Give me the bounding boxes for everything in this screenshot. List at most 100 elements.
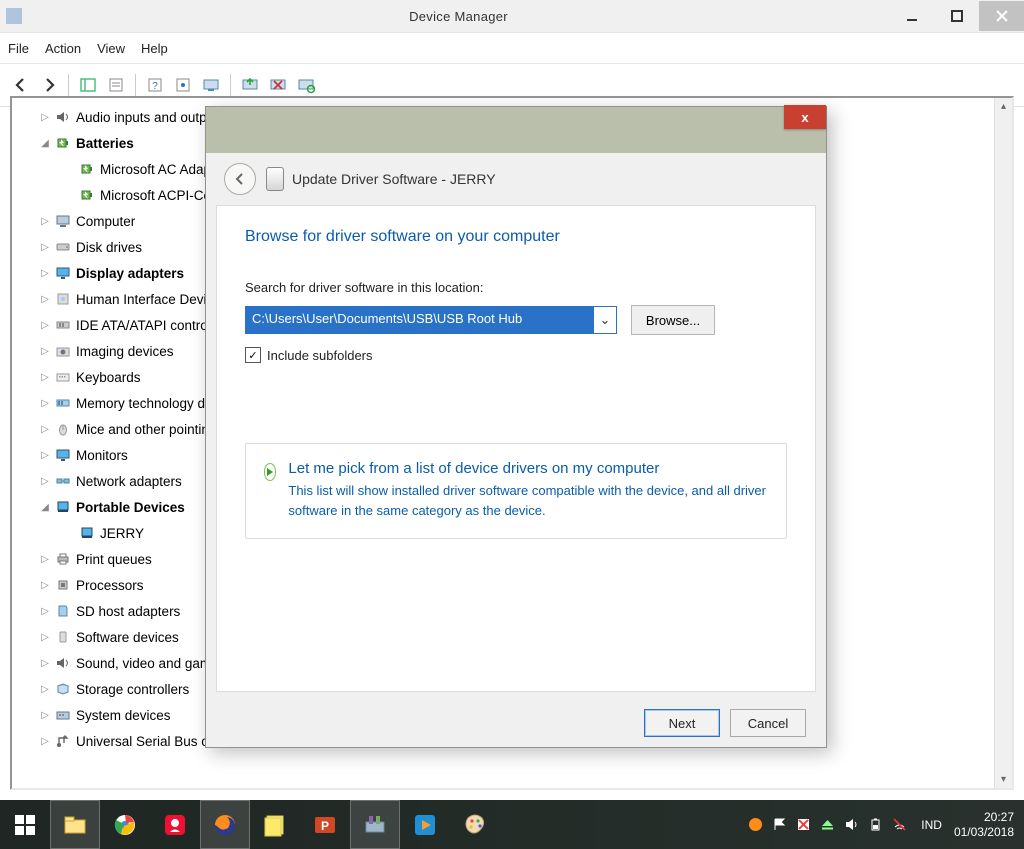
expander-icon[interactable]: ▷ [40,554,50,564]
vertical-scrollbar[interactable]: ▴ ▾ [994,98,1012,788]
tray-antivirus-icon[interactable] [747,817,763,833]
start-button[interactable] [0,800,50,849]
chevron-down-icon[interactable]: ⌄ [593,307,616,333]
software-icon [54,630,72,644]
toolbar-properties-icon[interactable] [103,72,129,98]
window-title: Device Manager [28,9,889,24]
next-button[interactable]: Next [644,709,720,737]
tray-time: 20:27 [954,810,1014,825]
tree-node-label: Monitors [76,448,128,463]
dialog-titlebar[interactable]: x [206,107,826,153]
battery-icon [54,136,72,150]
browse-button[interactable]: Browse... [631,305,715,335]
taskbar-file-explorer[interactable] [50,800,100,849]
tray-volume-icon[interactable] [843,817,859,833]
menu-action[interactable]: Action [45,41,81,56]
path-combobox[interactable]: C:\Users\User\Documents\USB\USB Root Hub… [245,306,617,334]
taskbar-media-player[interactable] [400,800,450,849]
taskbar[interactable]: P IND 20:27 01/03/2018 [0,800,1024,849]
tree-node-label: Keyboards [76,370,141,385]
menu-file[interactable]: File [8,41,29,56]
ide-icon [54,318,72,332]
menu-help[interactable]: Help [141,41,168,56]
monitor-icon [54,448,72,462]
computer-icon [54,214,72,228]
tree-node-label: Audio inputs and outputs [76,110,225,125]
scroll-up-icon[interactable]: ▴ [995,98,1012,115]
expander-icon[interactable]: ▷ [40,320,50,330]
tree-node-label: Storage controllers [76,682,189,697]
toolbar-forward-icon[interactable] [36,72,62,98]
tree-node-label: Processors [76,578,144,593]
toolbar-scan-hardware-icon[interactable] [293,72,319,98]
tray-battery-icon[interactable] [867,817,883,833]
expander-icon[interactable]: ▷ [40,216,50,226]
expander-icon[interactable]: ▷ [40,424,50,434]
toolbar-uninstall-icon[interactable] [265,72,291,98]
expander-icon[interactable]: ▷ [40,476,50,486]
tray-eject-icon[interactable] [819,817,835,833]
close-button[interactable] [979,1,1024,31]
toolbar-show-hide-tree-icon[interactable] [75,72,101,98]
expander-icon[interactable]: ▷ [40,346,50,356]
tree-node-label: Imaging devices [76,344,174,359]
expander-icon[interactable]: ▷ [40,398,50,408]
option-title: Let me pick from a list of device driver… [288,460,768,477]
dialog-close-button[interactable]: x [784,105,826,129]
expander-icon[interactable]: ▷ [40,242,50,252]
expander-icon[interactable]: ▷ [40,710,50,720]
minimize-button[interactable] [889,1,934,31]
pick-from-list-option[interactable]: Let me pick from a list of device driver… [245,443,787,539]
expander-icon[interactable]: ▷ [40,372,50,382]
tray-language[interactable]: IND [921,818,942,832]
path-input[interactable]: C:\Users\User\Documents\USB\USB Root Hub [246,307,593,333]
expander-icon[interactable]: ▷ [40,294,50,304]
dialog-heading: Browse for driver software on your compu… [245,228,787,246]
include-subfolders-label: Include subfolders [267,348,373,363]
tray-flag-icon[interactable] [771,817,787,833]
tree-node-label: Software devices [76,630,179,645]
expander-icon[interactable]: ▷ [40,632,50,642]
toolbar-action-icon[interactable] [170,72,196,98]
toolbar-update-driver-icon[interactable] [237,72,263,98]
expander-icon[interactable]: ▷ [40,268,50,278]
checkbox-icon: ✓ [245,347,261,363]
tray-network-icon[interactable] [891,817,907,833]
taskbar-chrome[interactable] [100,800,150,849]
dialog-nav: Update Driver Software - JERRY [206,153,826,205]
expander-icon[interactable]: ◢ [40,138,50,148]
system-icon [54,708,72,722]
taskbar-paint[interactable] [450,800,500,849]
expander-icon[interactable]: ▷ [40,658,50,668]
expander-icon[interactable]: ▷ [40,450,50,460]
taskbar-app-red[interactable] [150,800,200,849]
toolbar-help-icon[interactable]: ? [142,72,168,98]
cpu-icon [54,578,72,592]
cancel-button[interactable]: Cancel [730,709,806,737]
expander-icon[interactable]: ▷ [40,736,50,746]
expander-icon[interactable]: ▷ [40,112,50,122]
scroll-down-icon[interactable]: ▾ [995,771,1012,788]
taskbar-firefox[interactable] [200,800,250,849]
tray-security-icon[interactable] [795,817,811,833]
menu-view[interactable]: View [97,41,125,56]
taskbar-powerpoint[interactable]: P [300,800,350,849]
tray-clock[interactable]: 20:27 01/03/2018 [954,810,1014,840]
include-subfolders-checkbox[interactable]: ✓ Include subfolders [245,347,787,363]
titlebar[interactable]: Device Manager [0,0,1024,33]
maximize-button[interactable] [934,1,979,31]
toolbar-back-icon[interactable] [8,72,34,98]
expander-icon[interactable]: ◢ [40,502,50,512]
toolbar-scan-icon[interactable] [198,72,224,98]
tree-node-label: JERRY [100,526,144,541]
expander-icon[interactable]: ▷ [40,606,50,616]
back-button[interactable] [224,163,256,195]
taskbar-notes[interactable] [250,800,300,849]
expander-icon[interactable]: ▷ [40,580,50,590]
tree-node-label: Disk drives [76,240,142,255]
taskbar-device-manager[interactable] [350,800,400,849]
storage-icon [54,682,72,696]
portable-icon [54,500,72,514]
memory-icon [54,396,72,410]
expander-icon[interactable]: ▷ [40,684,50,694]
